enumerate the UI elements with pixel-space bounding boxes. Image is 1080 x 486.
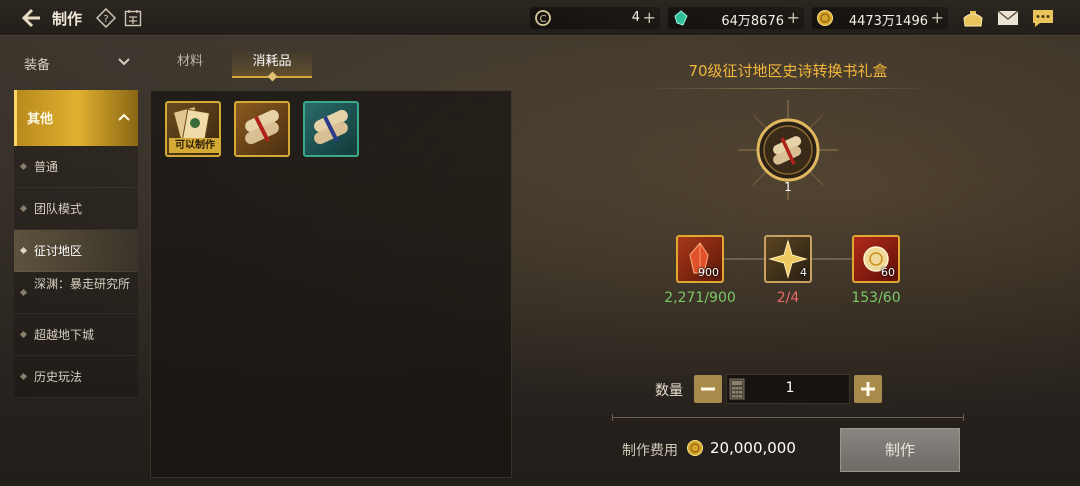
- bag-icon[interactable]: [961, 7, 985, 29]
- item-slot[interactable]: [303, 101, 359, 157]
- tab-materials[interactable]: 材料: [160, 48, 220, 78]
- sidebar-category-label: 装备: [24, 58, 51, 73]
- craft-button[interactable]: 制作: [840, 428, 960, 472]
- fee-label: 制作费用: [622, 443, 678, 459]
- calendar-icon[interactable]: [124, 9, 142, 27]
- sidebar-item-normal[interactable]: 普通: [14, 146, 138, 188]
- chevron-down-icon: [118, 58, 130, 66]
- item-slot[interactable]: 可以制作: [165, 101, 221, 157]
- currency-c: C 4 +: [530, 7, 660, 29]
- coin-c-icon: C: [535, 10, 551, 26]
- sidebar-item-label: 团队模式: [34, 202, 83, 216]
- quantity-label: 数量: [655, 383, 683, 399]
- plus-icon: [861, 382, 875, 396]
- svg-text:C: C: [540, 14, 547, 25]
- currency-gold: 4473万1496 +: [812, 7, 948, 29]
- material-count: 60: [881, 266, 895, 279]
- bullet-diamond-icon: [19, 246, 28, 255]
- mail-icon[interactable]: [996, 7, 1020, 29]
- minus-icon: [701, 387, 715, 391]
- material-progress: 2/4: [776, 290, 800, 306]
- gold-coin-icon: [687, 440, 703, 456]
- green-gem-icon: [674, 10, 688, 26]
- sidebar-item-raid[interactable]: 团队模式: [14, 188, 138, 230]
- sidebar-category-label: 其他: [27, 112, 54, 127]
- sidebar-item-label: 超越地下城: [34, 328, 95, 342]
- currency-value: 64万8676: [721, 14, 784, 29]
- sidebar-category-equipment[interactable]: 装备: [14, 44, 138, 82]
- item-slot[interactable]: [234, 101, 290, 157]
- material-slot[interactable]: 4: [764, 235, 812, 283]
- material-slot[interactable]: 60: [852, 235, 900, 283]
- quantity-value: 1: [785, 380, 795, 396]
- title-divider: [640, 88, 936, 89]
- svg-text:?: ?: [103, 14, 108, 25]
- craftable-badge: 可以制作: [169, 138, 221, 153]
- chat-icon[interactable]: [1031, 7, 1055, 29]
- material-connector: [812, 258, 852, 260]
- material-count: 4: [800, 266, 807, 279]
- calculator-icon[interactable]: [729, 378, 745, 400]
- add-currency-button[interactable]: +: [931, 8, 944, 27]
- material-connector: [724, 258, 764, 260]
- increase-quantity-button[interactable]: [854, 375, 882, 403]
- material-progress: 2,271/900: [664, 290, 736, 306]
- material-slot[interactable]: 900: [676, 235, 724, 283]
- sidebar-item-abyss[interactable]: 深渊：暴走研究所: [14, 272, 138, 314]
- add-currency-button[interactable]: +: [643, 8, 656, 27]
- recipe-title: 70级征讨地区史诗转换书礼盒: [688, 62, 888, 80]
- sidebar-item-history[interactable]: 历史玩法: [14, 356, 138, 398]
- scroll-bundle-icon: [245, 109, 279, 145]
- back-arrow-icon[interactable]: [18, 6, 44, 30]
- result-quantity: 1: [784, 180, 792, 194]
- bullet-diamond-icon: [19, 288, 28, 297]
- currency-gem: 64万8676 +: [668, 7, 804, 29]
- bullet-diamond-icon: [19, 330, 28, 339]
- add-currency-button[interactable]: +: [787, 8, 800, 27]
- sidebar-item-label: 普通: [34, 160, 59, 174]
- decrease-quantity-button[interactable]: [694, 375, 722, 403]
- bullet-diamond-icon: [19, 204, 28, 213]
- divider-tick: [612, 414, 613, 421]
- help-icon[interactable]: ?: [96, 8, 116, 28]
- bullet-diamond-icon: [19, 162, 28, 171]
- currency-value: 4473万1496: [848, 14, 928, 29]
- gold-coin-icon: [817, 10, 833, 26]
- divider: [612, 417, 964, 418]
- bullet-diamond-icon: [19, 372, 28, 381]
- sidebar-item-beyond-dungeon[interactable]: 超越地下城: [14, 314, 138, 356]
- sidebar-item-label: 深渊：暴走研究所: [34, 277, 131, 291]
- sidebar-item-conquest[interactable]: 征讨地区: [14, 230, 138, 272]
- page-title: 制作: [52, 10, 83, 28]
- chevron-up-icon: [118, 113, 130, 121]
- material-count: 900: [698, 266, 719, 279]
- top-bar: 制作 ? C 4 + 64万8676 + 4473万1496 +: [0, 0, 1080, 36]
- material-progress: 153/60: [851, 290, 901, 306]
- sidebar-item-label: 征讨地区: [34, 244, 83, 258]
- sidebar-item-label: 历史玩法: [34, 370, 83, 384]
- currency-value: 4: [631, 10, 640, 25]
- scroll-bundle-blue-icon: [314, 109, 348, 145]
- sidebar-category-other[interactable]: 其他: [14, 90, 138, 146]
- fee-value: 20,000,000: [710, 439, 796, 457]
- divider-tick: [963, 414, 964, 421]
